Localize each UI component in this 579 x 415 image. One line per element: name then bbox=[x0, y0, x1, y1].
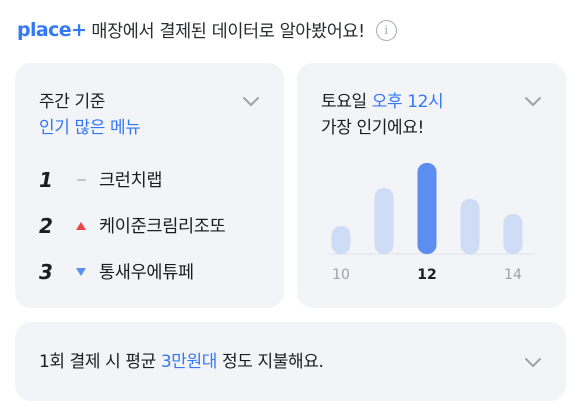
menu-rank-item[interactable]: 1 크런치랩 bbox=[39, 164, 225, 195]
popular-menu-title-line1: 주간 기준 bbox=[39, 92, 105, 112]
trend-same-icon bbox=[63, 178, 99, 181]
popular-menu-title: 주간 기준 인기 많은 메뉴 bbox=[39, 89, 141, 141]
trend-up-icon bbox=[63, 221, 99, 230]
popular-menu-card: 주간 기준 인기 많은 메뉴 1 크런치랩 2 케이준크림리조또 3 통새우에튜… bbox=[15, 63, 284, 308]
rank-number: 1 bbox=[39, 167, 53, 192]
menu-rank-item[interactable]: 3 통새우에튜페 bbox=[39, 256, 225, 287]
average-payment-suffix: 정도 지불해요. bbox=[217, 352, 324, 372]
popular-time-card: 토요일 오후 12시 가장 인기에요! 10 12 14 bbox=[297, 63, 566, 308]
chart-bar-hour-10 bbox=[331, 226, 351, 254]
popular-time-expand-chevron-down-icon[interactable] bbox=[522, 90, 544, 112]
chart-bar-hour-13 bbox=[460, 199, 480, 254]
menu-name: 케이준크림리조또 bbox=[99, 217, 226, 237]
popular-time-day: 토요일 bbox=[321, 92, 372, 112]
popular-time-hour: 오후 12시 bbox=[371, 92, 444, 112]
chart-bar-hour-14 bbox=[503, 214, 523, 254]
average-payment-card[interactable]: 1회 결제 시 평균 3만원대 정도 지불해요. bbox=[15, 322, 566, 401]
rank-number: 2 bbox=[39, 213, 53, 238]
menu-rank-item[interactable]: 2 케이준크림리조또 bbox=[39, 210, 226, 241]
average-payment-prefix: 1회 결제 시 평균 bbox=[39, 352, 161, 372]
chart-bar-hour-11 bbox=[374, 188, 394, 254]
header: place+ 매장에서 결제된 데이터로 알아봤어요! i bbox=[17, 15, 397, 45]
chart-tick-label: 10 bbox=[332, 267, 350, 283]
average-payment-expand-chevron-down-icon[interactable] bbox=[522, 351, 544, 373]
popular-menu-list: 1 크런치랩 2 케이준크림리조또 3 통새우에튜페 bbox=[39, 164, 226, 302]
rank-number: 3 bbox=[39, 259, 53, 284]
info-icon[interactable]: i bbox=[375, 19, 397, 41]
hourly-popularity-chart: 10 12 14 bbox=[329, 163, 535, 283]
popular-time-title: 토요일 오후 12시 가장 인기에요! bbox=[321, 89, 444, 141]
average-payment-text: 1회 결제 시 평균 3만원대 정도 지불해요. bbox=[39, 349, 324, 375]
popular-menu-title-line2: 인기 많은 메뉴 bbox=[39, 118, 141, 138]
trend-down-icon bbox=[63, 267, 99, 276]
place-plus-logo: place+ bbox=[17, 19, 87, 41]
average-payment-amount: 3만원대 bbox=[160, 352, 218, 372]
header-text: 매장에서 결제된 데이터로 알아봤어요! bbox=[91, 21, 365, 42]
menu-name: 크런치랩 bbox=[99, 171, 163, 191]
popular-time-title-line2: 가장 인기에요! bbox=[321, 118, 424, 138]
chart-bar-hour-12 bbox=[417, 163, 437, 254]
chart-tick-label: 14 bbox=[504, 267, 522, 283]
menu-name: 통새우에튜페 bbox=[99, 263, 194, 283]
popular-menu-expand-chevron-down-icon[interactable] bbox=[240, 90, 262, 112]
chart-tick-label: 12 bbox=[417, 267, 436, 283]
